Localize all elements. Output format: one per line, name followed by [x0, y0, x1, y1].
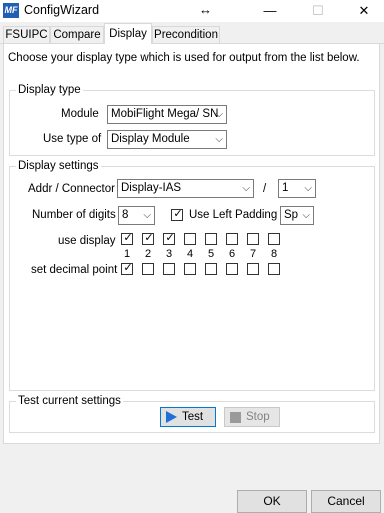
display-settings-title: Display settings [16, 160, 101, 172]
use-display-checkbox-1[interactable]: ✓ [121, 232, 133, 245]
maximize-button[interactable]: ☐ [303, 2, 333, 20]
chevron-down-icon: ⌵ [302, 210, 310, 221]
stop-icon [230, 412, 241, 423]
connector-select[interactable]: 1 ⌵ [278, 179, 316, 198]
decimal-point-checkbox-8[interactable] [268, 263, 280, 275]
module-value: MobiFlight Mega/ SN [111, 108, 219, 120]
app-logo-icon: MF [3, 3, 19, 18]
left-padding-checkbox[interactable]: ✓ [171, 208, 183, 221]
use-type-value: Display Module [111, 133, 190, 145]
digits-value: 8 [122, 209, 129, 221]
cancel-button[interactable]: Cancel [311, 490, 381, 513]
digits-select[interactable]: 8 ⌵ [118, 206, 155, 225]
tab-compare[interactable]: Compare [50, 26, 104, 43]
use-display-checkbox-7[interactable] [247, 233, 259, 245]
use-display-checkbox-8[interactable] [268, 233, 280, 245]
module-label: Module [61, 108, 99, 120]
digits-label: Number of digits [32, 209, 116, 221]
display-settings-group [9, 166, 375, 391]
checkmark-icon: ✓ [173, 208, 183, 220]
chevron-down-icon: ⌵ [215, 109, 223, 120]
use-display-checkbox-4[interactable] [184, 233, 196, 245]
checkmark-icon: ✓ [123, 232, 133, 244]
display-type-title: Display type [16, 84, 83, 96]
use-display-checkbox-2[interactable]: ✓ [142, 232, 154, 245]
module-select[interactable]: MobiFlight Mega/ SN ⌵ [107, 105, 227, 124]
ok-button[interactable]: OK [237, 490, 307, 513]
use-display-checkbox-5[interactable] [205, 233, 217, 245]
digit-number: 6 [228, 248, 236, 260]
digit-number: 8 [270, 248, 278, 260]
slash-separator: / [263, 183, 267, 195]
close-button[interactable]: ✕ [349, 2, 379, 20]
window-title: ConfigWizard [24, 3, 100, 17]
title-bar: MF ConfigWizard ↔ — ☐ ✕ [0, 0, 384, 22]
decimal-point-checkbox-4[interactable] [184, 263, 196, 275]
decimal-point-checkbox-6[interactable] [226, 263, 238, 275]
use-display-checkbox-6[interactable] [226, 233, 238, 245]
tab-fsuipc[interactable]: FSUIPC [3, 26, 50, 43]
test-settings-title: Test current settings [16, 395, 123, 407]
decimal-point-label: set decimal point [31, 264, 118, 276]
digit-number: 7 [249, 248, 257, 260]
chevron-down-icon: ⌵ [215, 134, 223, 145]
chevron-down-icon: ⌵ [304, 183, 312, 194]
connector-value: 1 [282, 182, 289, 194]
minimize-button[interactable]: — [255, 2, 285, 20]
digit-number: 5 [207, 248, 215, 260]
decimal-point-checkbox-1[interactable]: ✓ [121, 262, 133, 275]
digit-number: 3 [165, 248, 173, 260]
tab-display[interactable]: Display [104, 23, 152, 44]
use-display-checkbox-3[interactable]: ✓ [163, 232, 175, 245]
addr-select[interactable]: Display-IAS ⌵ [117, 179, 254, 198]
chevron-down-icon: ⌵ [242, 183, 250, 194]
play-icon [166, 411, 177, 423]
decimal-point-checkbox-5[interactable] [205, 263, 217, 275]
use-display-label: use display [58, 235, 116, 247]
stop-label: Stop [246, 411, 270, 423]
padding-char-value: Sp [284, 209, 299, 221]
test-label: Test [182, 411, 204, 423]
padding-char-select[interactable]: Sp ⌵ [280, 206, 314, 225]
left-padding-label: Use Left Padding [189, 209, 278, 221]
stop-button[interactable]: Stop [224, 407, 280, 427]
test-button[interactable]: Test [160, 407, 216, 427]
chevron-down-icon: ⌵ [143, 210, 151, 221]
instruction-text: Choose your display type which is used f… [8, 52, 360, 64]
tab-precondition[interactable]: Precondition [152, 26, 220, 43]
decimal-point-checkbox-2[interactable] [142, 263, 154, 275]
digit-number: 4 [186, 248, 194, 260]
checkmark-icon: ✓ [165, 232, 175, 244]
use-type-label: Use type of [43, 133, 102, 145]
use-type-select[interactable]: Display Module ⌵ [107, 130, 227, 149]
decimal-point-checkbox-7[interactable] [247, 263, 259, 275]
digit-number: 1 [123, 248, 131, 260]
addr-value: Display-IAS [121, 182, 182, 194]
digit-number: 2 [144, 248, 152, 260]
decimal-point-checkbox-3[interactable] [163, 263, 175, 275]
addr-connector-label: Addr / Connector [28, 183, 115, 195]
checkmark-icon: ✓ [123, 262, 133, 274]
resize-arrows-icon: ↔ [199, 2, 212, 17]
checkmark-icon: ✓ [144, 232, 154, 244]
